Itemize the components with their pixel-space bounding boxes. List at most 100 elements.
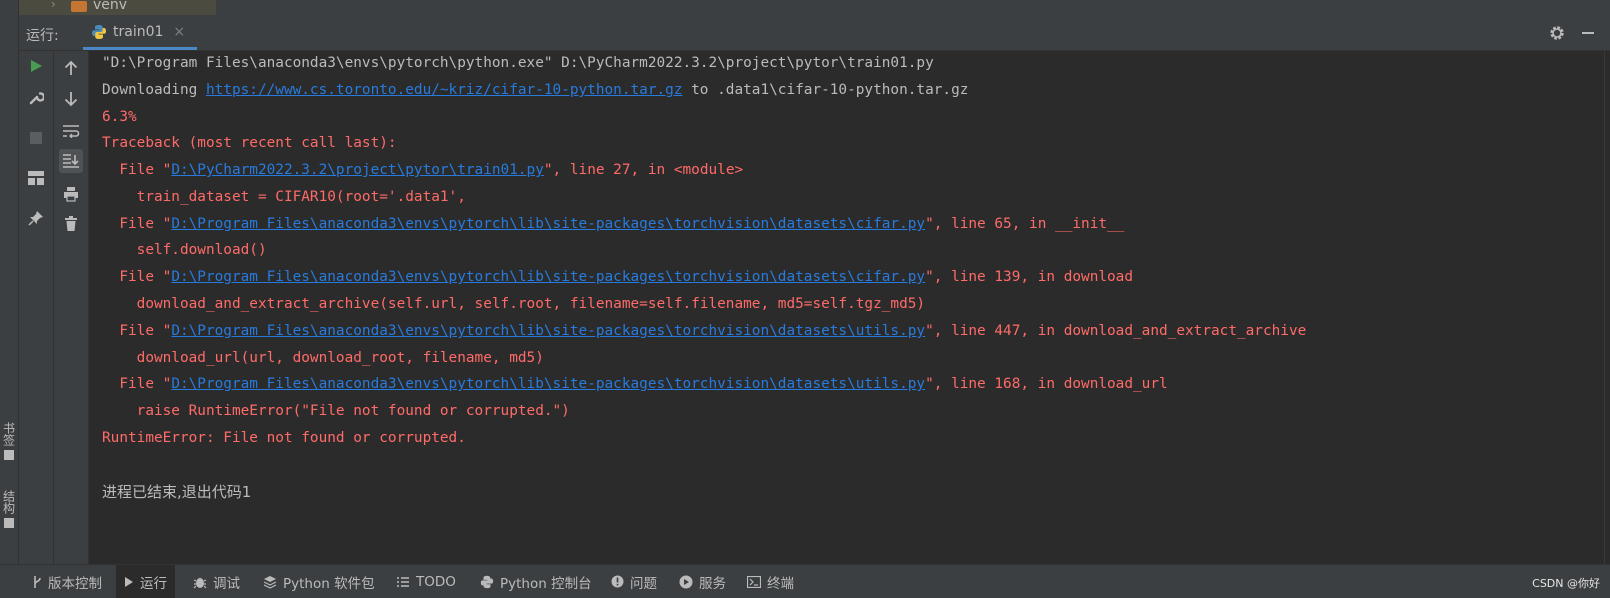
- traceback-code-line: train_dataset = CIFAR10(root='.data1',: [102, 189, 466, 205]
- alert-icon: [611, 575, 624, 588]
- tool-button-label: 运行: [140, 575, 167, 592]
- left-tool-strip: 书签 结构: [0, 0, 19, 564]
- console-download-line: Downloading https://www.cs.toronto.edu/~…: [102, 79, 968, 101]
- run-window-header: 运行: train01 ×: [19, 17, 1610, 51]
- frame-path-link[interactable]: D:\Program Files\anaconda3\envs\pytorch\…: [171, 376, 925, 392]
- tool-button-services[interactable]: 服务: [671, 565, 734, 598]
- folder-icon: [71, 1, 87, 12]
- frame-prefix: File ": [102, 269, 172, 285]
- gear-icon[interactable]: [1548, 24, 1566, 42]
- tool-button-label: Python 软件包: [283, 575, 375, 592]
- tool-button-debug[interactable]: 调试: [185, 565, 248, 598]
- traceback-frame-line: File "D:\Program Files\anaconda3\envs\py…: [102, 373, 1168, 395]
- traceback-code-line: download_url(url, download_root, filenam…: [102, 350, 544, 366]
- python-icon: [92, 25, 106, 39]
- run-tab-train01[interactable]: train01 ×: [83, 17, 198, 50]
- tool-button-label: 问题: [630, 575, 657, 592]
- scroll-up-button[interactable]: [59, 56, 83, 80]
- download-url-link[interactable]: https://www.cs.toronto.edu/~kriz/cifar-1…: [206, 82, 683, 98]
- frame-suffix: ", line 447, in download_and_extract_arc…: [925, 323, 1307, 339]
- structure-label: 结构: [1, 490, 16, 514]
- bottom-tool-bar: 版本控制 运行 调试 Python 软件包 TODO Python 控制台 问题…: [0, 564, 1610, 598]
- tool-button-run[interactable]: 运行: [116, 565, 175, 598]
- process-exit-line: 进程已结束,退出代码1: [102, 483, 252, 501]
- edit-configuration-button[interactable]: [24, 86, 48, 110]
- scroll-to-end-icon: [63, 154, 79, 168]
- print-button[interactable]: [59, 182, 83, 206]
- terminal-icon: [747, 575, 761, 588]
- tool-button-python-console[interactable]: Python 控制台: [472, 565, 600, 598]
- play-icon: [31, 60, 42, 72]
- structure-icon: [4, 518, 14, 528]
- console-command-line: "D:\Program Files\anaconda3\envs\pytorch…: [102, 55, 934, 71]
- tool-button-terminal[interactable]: 终端: [739, 565, 802, 598]
- bookmarks-tool-button[interactable]: 书签: [0, 422, 18, 460]
- traceback-frame-line: File "D:\PyCharm2022.3.2\project\pytor\t…: [102, 159, 743, 181]
- pin-icon: [28, 211, 43, 226]
- python-icon: [480, 575, 494, 589]
- layout-icon: [28, 171, 44, 185]
- console-scrollbar[interactable]: [1604, 51, 1610, 564]
- run-toolbar-primary: [19, 51, 54, 564]
- frame-prefix: File ": [102, 162, 172, 178]
- frame-prefix: File ": [102, 323, 172, 339]
- clear-all-button[interactable]: [59, 212, 83, 236]
- tool-button-label: TODO: [416, 573, 456, 590]
- scroll-to-end-button[interactable]: [59, 149, 83, 173]
- console-output[interactable]: "D:\Program Files\anaconda3\envs\pytorch…: [89, 51, 1604, 564]
- wrench-icon: [29, 92, 44, 105]
- frame-suffix: ", line 27, in <module>: [543, 162, 744, 178]
- bookmarks-label: 书签: [1, 422, 16, 446]
- structure-tool-button[interactable]: 结构: [0, 490, 18, 528]
- play-icon: [124, 576, 134, 588]
- frame-prefix: File ": [102, 216, 172, 232]
- frame-suffix: ", line 168, in download_url: [925, 376, 1168, 392]
- tool-button-label: Python 控制台: [500, 575, 592, 592]
- stop-button[interactable]: [24, 126, 48, 150]
- project-tree-remnant: › venv: [19, 0, 1610, 17]
- traceback-code-line: raise RuntimeError("File not found or co…: [102, 403, 570, 419]
- branch-icon: [32, 575, 42, 589]
- minimize-icon[interactable]: [1582, 32, 1594, 34]
- play-circle-icon: [679, 575, 693, 589]
- frame-path-link[interactable]: D:\Program Files\anaconda3\envs\pytorch\…: [171, 269, 925, 285]
- soft-wrap-icon: [63, 125, 80, 138]
- list-icon: [396, 576, 410, 588]
- frame-suffix: ", line 139, in download: [925, 269, 1134, 285]
- tool-button-label: 终端: [767, 575, 794, 592]
- download-prefix: Downloading: [102, 82, 206, 98]
- traceback-frame-line: File "D:\Program Files\anaconda3\envs\py…: [102, 213, 1124, 235]
- close-icon[interactable]: ×: [173, 24, 185, 40]
- rerun-button[interactable]: [24, 54, 48, 78]
- traceback-code-line: self.download(): [102, 242, 267, 258]
- runtime-error-line: RuntimeError: File not found or corrupte…: [102, 430, 466, 446]
- pin-tab-button[interactable]: [24, 206, 48, 230]
- layout-button[interactable]: [24, 166, 48, 190]
- soft-wrap-button[interactable]: [59, 119, 83, 143]
- tool-button-python-packages[interactable]: Python 软件包: [255, 565, 383, 598]
- stop-icon: [30, 132, 42, 144]
- frame-path-link[interactable]: D:\Program Files\anaconda3\envs\pytorch\…: [171, 216, 925, 232]
- tool-button-todo[interactable]: TODO: [388, 565, 464, 598]
- download-suffix: to .data1\cifar-10-python.tar.gz: [682, 82, 969, 98]
- tool-button-problems[interactable]: 问题: [603, 565, 665, 598]
- scroll-down-button[interactable]: [59, 87, 83, 111]
- traceback-header: Traceback (most recent call last):: [102, 135, 397, 151]
- frame-path-link[interactable]: D:\PyCharm2022.3.2\project\pytor\train01…: [171, 162, 544, 178]
- tool-button-version-control[interactable]: 版本控制: [24, 565, 110, 598]
- arrow-down-icon: [64, 92, 78, 107]
- frame-prefix: File ": [102, 376, 172, 392]
- run-window-title: 运行:: [26, 28, 59, 44]
- bookmark-icon: [4, 450, 14, 460]
- trash-icon: [65, 216, 77, 231]
- tool-button-label: 版本控制: [48, 575, 102, 592]
- arrow-up-icon: [64, 60, 78, 75]
- console-progress: 6.3%: [102, 109, 137, 125]
- frame-path-link[interactable]: D:\Program Files\anaconda3\envs\pytorch\…: [171, 323, 925, 339]
- tree-item-label: venv: [93, 0, 128, 13]
- watermark: CSDN @你好: [1532, 577, 1600, 590]
- tool-button-label: 调试: [213, 575, 240, 592]
- frame-suffix: ", line 65, in __init__: [925, 216, 1125, 232]
- traceback-frame-line: File "D:\Program Files\anaconda3\envs\py…: [102, 320, 1306, 342]
- chevron-right-icon[interactable]: ›: [51, 0, 56, 11]
